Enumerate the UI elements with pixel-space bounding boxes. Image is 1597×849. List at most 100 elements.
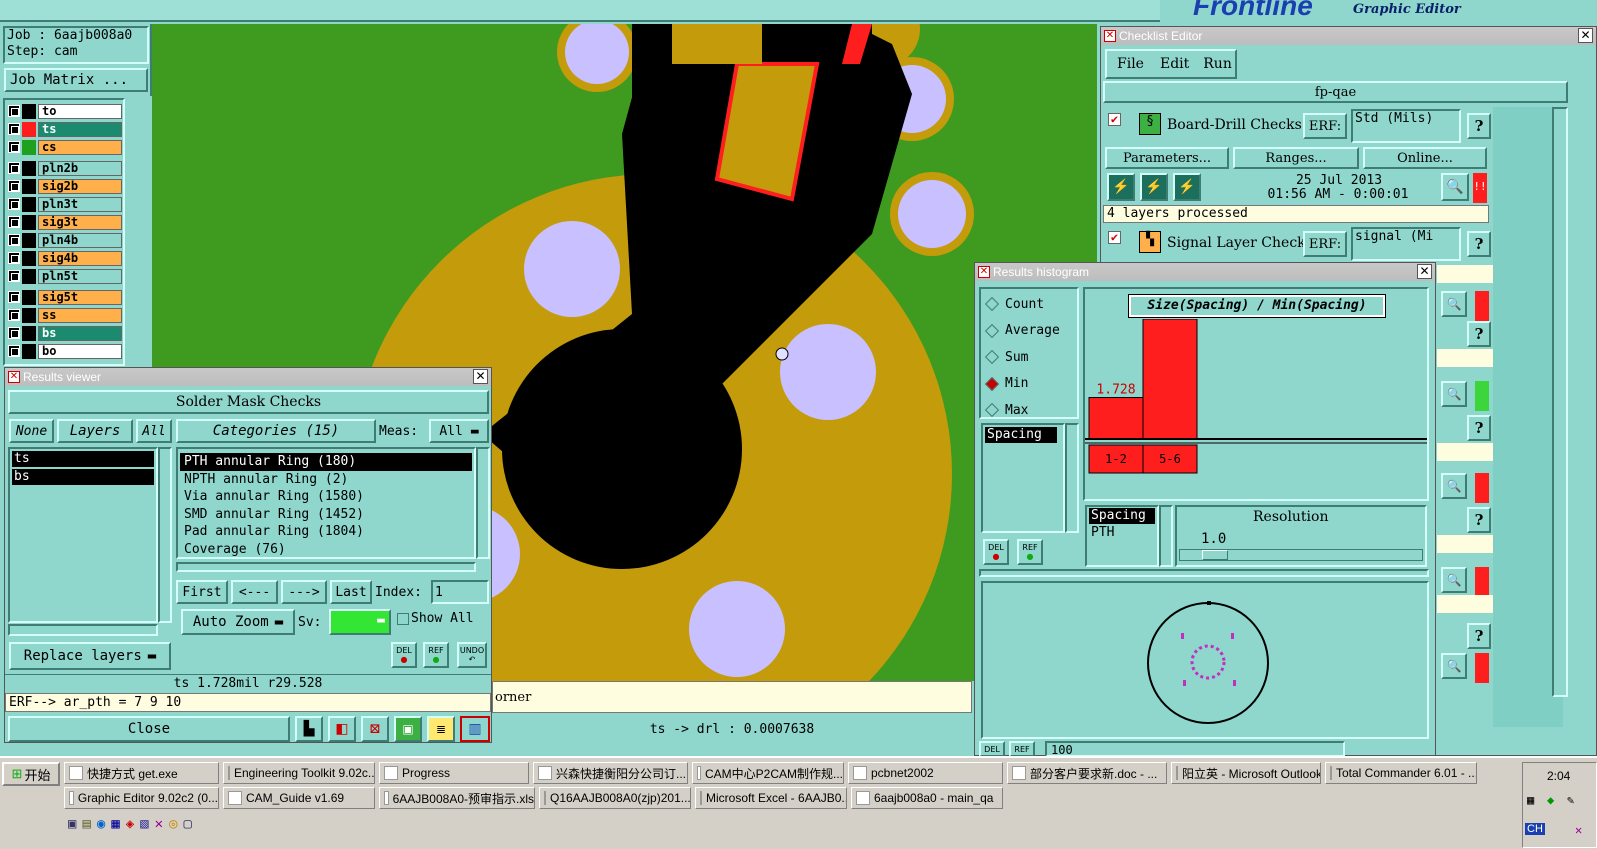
category-item[interactable]: Coverage (76) [180,541,472,559]
layer-swatch[interactable] [22,233,36,248]
layer-swatch[interactable] [22,104,36,119]
layer-swatch[interactable] [22,251,36,266]
taskbar-button[interactable]: Progress [379,762,529,784]
layer-tool-icon[interactable]: ▙ [295,716,323,742]
mode-radio-count[interactable]: Count [984,295,1044,313]
del-button[interactable]: DEL ● [391,642,417,668]
sv-color-dropdown[interactable]: ▬ [329,609,391,635]
histogram-bar[interactable] [1142,319,1198,440]
list-item[interactable]: PTH [1089,525,1155,541]
run-icon[interactable]: ⚡ [1107,173,1135,201]
layer-swatch[interactable] [22,308,36,323]
tray-network-icon[interactable]: ▦ [1527,793,1534,807]
layer-checkbox[interactable] [8,345,20,357]
category-item[interactable]: PTH annular Ring (180) [180,453,472,471]
tray-pen-icon[interactable]: ✎ [1567,793,1574,807]
category-item[interactable]: Pad annular Ring (1804) [180,523,472,541]
quick-launch-app3-icon[interactable]: ▧ [140,816,148,836]
erf-value-field[interactable]: signal (Mi [1351,227,1461,261]
help-button[interactable]: ? [1467,113,1491,139]
zoom-results-icon[interactable]: 🔍 [1441,653,1467,679]
last-button[interactable]: Last [330,580,372,604]
category-item[interactable]: NPTH annular Ring (2) [180,471,472,489]
layer-checkbox[interactable] [8,216,20,228]
layer-row[interactable]: to [8,104,122,119]
zoom-results-icon[interactable]: 🔍 [1441,173,1469,201]
layer-checkbox[interactable] [8,198,20,210]
quick-launch-window-icon[interactable]: ▢ [184,816,192,836]
histogram-bar[interactable] [1088,397,1144,440]
resolution-slider[interactable] [1179,549,1423,561]
taskbar-button[interactable]: Engineering Toolkit 9.02c... [223,762,375,784]
start-button[interactable]: ⊞ 开始 [2,762,60,786]
layer-name[interactable]: ts [38,122,122,137]
layer-swatch[interactable] [22,215,36,230]
taskbar-button[interactable]: Graphic Editor 9.02c2 (0... [64,787,219,809]
layer-checkbox[interactable] [8,141,20,153]
slider-thumb[interactable] [1202,550,1228,560]
tray-clock[interactable]: 2:04 [1547,769,1570,783]
taskbar-button[interactable]: 兴森快捷衡阳分公司订... [533,762,688,784]
histogram-hscroll[interactable] [979,569,1429,577]
show-all-checkbox[interactable] [397,613,409,625]
layer-swatch[interactable] [22,197,36,212]
help-button[interactable]: ? [1467,321,1491,347]
mode-radio-sum[interactable]: Sum [984,348,1028,366]
layer-name[interactable]: bs [38,326,122,341]
menu-run[interactable]: Run [1203,56,1232,72]
run-selected-icon[interactable]: ⚡ [1140,173,1168,201]
layer-checkbox[interactable] [8,162,20,174]
quick-launch-app2-icon[interactable]: ◈ [126,816,134,836]
layer-name[interactable]: pln5t [38,269,122,284]
close-button[interactable]: Close [8,716,290,742]
histogram-field-list[interactable]: Spacing [981,423,1065,533]
taskbar-button[interactable]: Microsoft Excel - 6AAJB0... [695,787,847,809]
layer-row[interactable]: sig3t [8,215,122,230]
layer-checkbox[interactable] [8,309,20,321]
menu-edit[interactable]: Edit [1160,56,1189,72]
layer-checkbox[interactable] [8,123,20,135]
zoom-results-icon[interactable]: 🔍 [1441,381,1467,407]
categories-hscroll[interactable] [176,562,476,572]
checklist-titlebar[interactable]: ✕ Checklist Editor ✕ [1101,27,1596,45]
help-button[interactable]: ? [1467,623,1491,649]
list-item[interactable]: Spacing [1089,508,1155,524]
ref-button[interactable]: REF ● [423,642,449,668]
erf-button[interactable]: ERF: [1303,113,1347,139]
layer-row[interactable]: sig4b [8,251,122,266]
layer-checkbox[interactable] [8,105,20,117]
layer-name[interactable]: pln4b [38,233,122,248]
detail-list-scrollbar[interactable] [1159,505,1173,567]
layer-swatch[interactable] [22,122,36,137]
layer-row[interactable]: pln2b [8,161,122,176]
job-matrix-button[interactable]: Job Matrix ... [4,68,148,92]
layer-results-list[interactable]: ts bs [8,447,158,623]
close-icon[interactable]: ✕ [1578,28,1593,43]
layer-row[interactable]: cs [8,140,122,155]
check-mark-icon[interactable]: ✔ [1108,113,1121,126]
all-button[interactable]: All [136,419,172,443]
occluded-help-row[interactable]: ? [1437,415,1493,441]
occluded-zoom-row[interactable]: 🔍 [1437,473,1493,503]
help-button[interactable]: ? [1467,415,1491,441]
next-button[interactable]: ---> [281,580,327,604]
tray-security-icon[interactable]: ◆ [1547,793,1554,807]
none-button[interactable]: None [9,419,54,443]
quick-launch-save-icon[interactable]: ▦ [111,816,119,836]
layer-swatch[interactable] [22,161,36,176]
bottom-value-field[interactable]: 100 [1045,741,1345,757]
taskbar-button[interactable]: 6AAJB008A0-预审指示.xls [379,787,535,809]
taskbar-button[interactable]: CAM中心P2CAM制作规... [692,762,844,784]
occluded-zoom-row[interactable]: 🔍 [1437,291,1493,321]
auto-zoom-dropdown[interactable]: Auto Zoom ▬ [181,609,295,635]
erf-value-field[interactable]: Std (Mils) [1351,109,1461,143]
taskbar-button[interactable]: 部分客户要求新.doc - ... [1007,762,1167,784]
prev-button[interactable]: <--- [231,580,278,604]
list-item[interactable]: bs [12,469,154,485]
tray-close-icon[interactable]: ✕ [1575,823,1582,837]
undo-button[interactable]: UNDO ↶ [457,642,487,668]
list-item[interactable]: ts [12,451,154,467]
tray-lang[interactable]: CH [1525,823,1545,835]
zoom-results-icon[interactable]: 🔍 [1441,473,1467,499]
layers-button[interactable]: Layers [57,419,133,443]
